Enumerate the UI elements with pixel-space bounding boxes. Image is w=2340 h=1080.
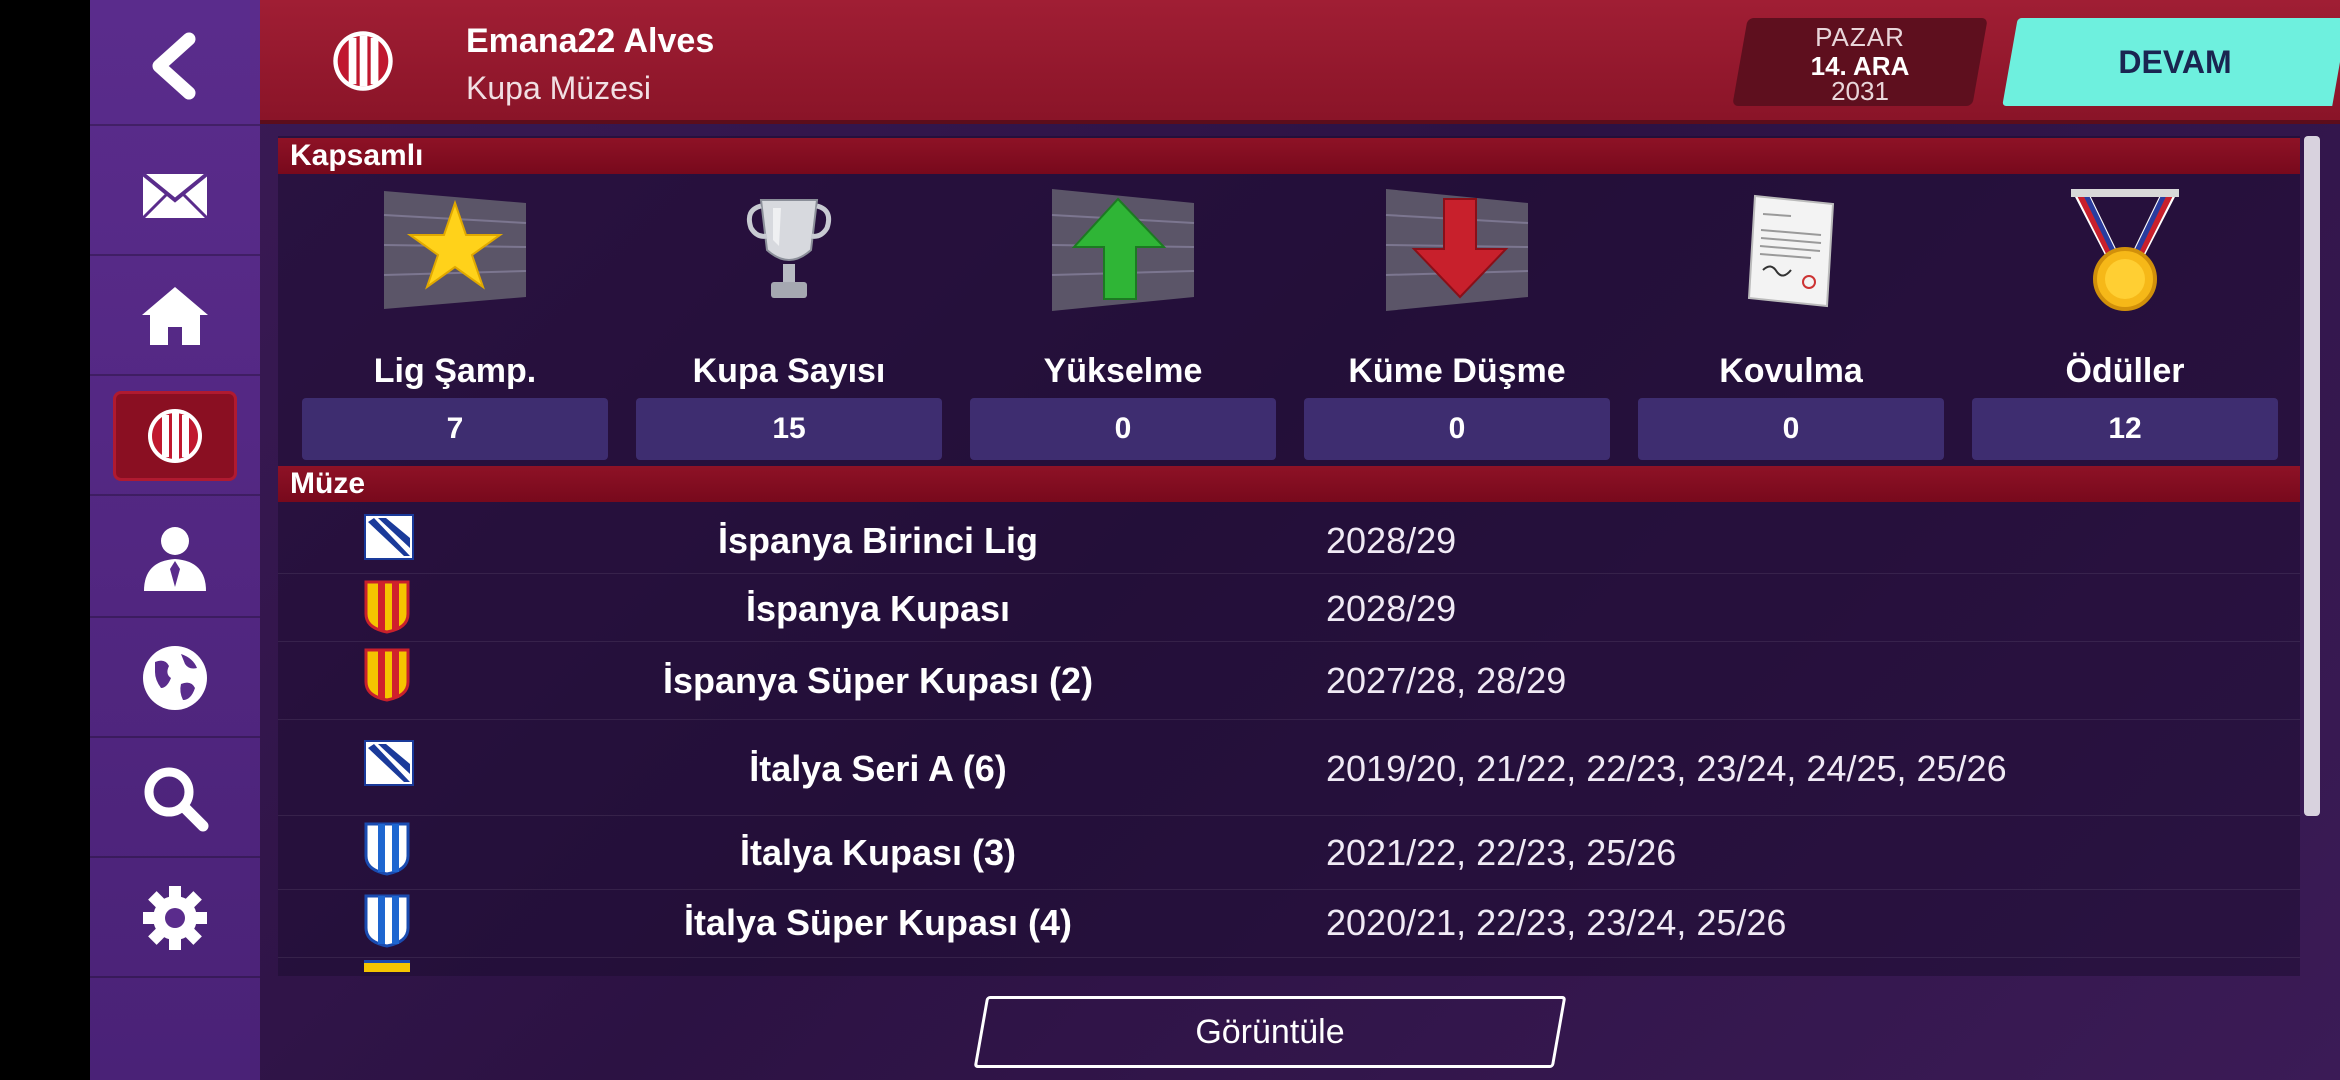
list-item[interactable]: İtalya Kupası (3) 2021/22, 22/23, 25/26 [278, 816, 2300, 890]
stat-label: Küme Düşme [1348, 352, 1566, 390]
sidebar-item-club[interactable] [90, 378, 260, 496]
date-display: PAZAR 14. ARA 2031 [1740, 18, 1980, 106]
main-content: Emana22 Alves Kupa Müzesi PAZAR 14. ARA … [260, 0, 2340, 1080]
trophy-name: İtalya Kupası (3) [739, 832, 1017, 873]
search-icon [144, 767, 209, 832]
page-title: Kupa Müzesi [466, 70, 651, 106]
stat-label: Kovulma [1719, 352, 1863, 390]
list-item[interactable]: İspanya Süper Kupası (2) 2027/28, 28/29 [278, 642, 2300, 720]
list-item[interactable]: İspanya Kupası 2028/29 [278, 574, 2300, 642]
trophy-name: İtalya Seri A (6) [749, 748, 1007, 789]
trophy-years: 2027/28, 28/29 [1326, 660, 1567, 701]
medal-icon [2071, 189, 2179, 311]
screen-edge [0, 0, 90, 1080]
trophy-icon [746, 199, 832, 298]
view-button-label[interactable]: Görüntüle [980, 996, 1560, 1068]
sidebar [90, 0, 260, 1080]
stat-value: 0 [970, 398, 1276, 460]
sidebar-item-home[interactable] [90, 258, 260, 376]
league-badge-icon [364, 740, 414, 786]
home-icon [142, 287, 208, 345]
trophy-years: 2019/20, 21/22, 22/23, 23/24, 24/25, 25/… [1326, 748, 2007, 789]
star-icon [383, 191, 527, 309]
trophy-years: 2020/21, 22/23, 23/24, 25/26 [1326, 902, 1787, 943]
continue-button-label[interactable]: DEVAM [2020, 18, 2330, 106]
gear-icon [143, 886, 207, 950]
stat-value: 15 [636, 398, 942, 460]
trophy-years: 2028/29 [1326, 520, 1457, 561]
section-header-museum: Müze [278, 466, 2300, 502]
club-crest-icon [148, 409, 202, 463]
section-header-summary: Kapsamlı [278, 138, 2300, 174]
stat-relegations: Küme Düşme [1304, 180, 1610, 391]
stat-awards: Ödüller [1972, 180, 2278, 391]
stat-label: Yükselme [1043, 352, 1203, 390]
trophy-years: 2028/29 [1326, 588, 1457, 629]
back-button[interactable] [90, 8, 260, 126]
list-item[interactable]: İtalya Süper Kupası (4) 2020/21, 22/23, … [278, 890, 2300, 958]
date-day: PAZAR [1815, 22, 1905, 52]
top-bar: Emana22 Alves Kupa Müzesi PAZAR 14. ARA … [260, 0, 2340, 124]
stat-sackings: Kovulma [1638, 180, 1944, 391]
stat-label: Kupa Sayısı [692, 352, 886, 390]
stat-value: 12 [1972, 398, 2278, 460]
down-arrow-icon [1385, 189, 1529, 311]
stat-label: Ödüller [2065, 352, 2185, 390]
list-item[interactable]: İspanya Birinci Lig 2028/29 [278, 506, 2300, 574]
stat-league-titles: Lig Şamp. [302, 180, 608, 391]
sidebar-item-inbox[interactable] [90, 138, 260, 256]
trophy-name: İspanya Süper Kupası (2) [662, 660, 1094, 701]
trophy-name: İtalya Süper Kupası (4) [683, 902, 1073, 943]
up-arrow-icon [1051, 189, 1195, 311]
date-year: 2031 [1831, 76, 1889, 106]
partial-row-icon [364, 960, 410, 972]
stat-value: 0 [1638, 398, 1944, 460]
cup-shield-blue-white-icon [364, 822, 410, 876]
letter-icon [1747, 194, 1835, 308]
sidebar-item-manager[interactable] [90, 500, 260, 618]
club-crest-icon [333, 31, 393, 91]
back-arrow-icon [152, 32, 196, 100]
trophy-years: 2021/22, 22/23, 25/26 [1326, 832, 1677, 873]
cup-shield-red-yellow-icon [364, 648, 410, 702]
sidebar-item-world[interactable] [90, 620, 260, 738]
trophy-name: İspanya Birinci Lig [717, 520, 1039, 561]
cup-shield-red-yellow-icon [364, 580, 410, 634]
stat-promotions: Yükselme [970, 180, 1276, 391]
stat-label: Lig Şamp. [373, 352, 537, 390]
manager-icon [144, 527, 206, 591]
mail-icon [141, 172, 209, 220]
globe-icon [143, 646, 207, 710]
manager-name: Emana22 Alves [466, 22, 715, 60]
stat-value: 0 [1304, 398, 1610, 460]
league-badge-icon [364, 514, 414, 560]
stat-cup-count: Kupa Sayısı [636, 180, 942, 391]
cup-shield-blue-white-icon [364, 894, 410, 948]
sidebar-item-search[interactable] [90, 740, 260, 858]
scrollbar[interactable] [2304, 136, 2320, 816]
list-item[interactable]: İtalya Seri A (6) 2019/20, 21/22, 22/23,… [278, 720, 2300, 816]
trophy-name: İspanya Kupası [745, 588, 1011, 629]
sidebar-item-settings[interactable] [90, 860, 260, 978]
stat-value: 7 [302, 398, 608, 460]
